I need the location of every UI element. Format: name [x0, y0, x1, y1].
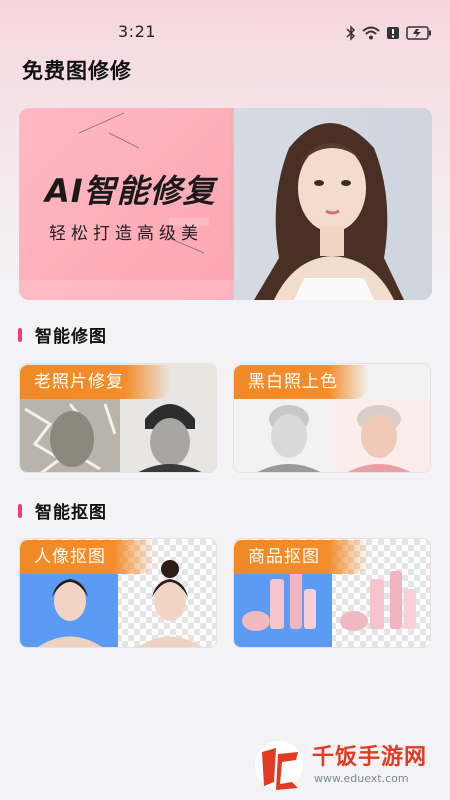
banner-subtitle: 轻松打造高级美	[49, 224, 203, 244]
watermark-url: www.eduext.com	[314, 771, 409, 785]
section-header-cutout: 智能抠图	[18, 498, 107, 523]
watermark-name: 千饭手游网	[312, 744, 428, 770]
card-label: 黑白照上色	[234, 365, 369, 399]
product-cutout-card[interactable]: 商品抠图	[233, 538, 431, 648]
alert-icon	[386, 26, 400, 40]
banner-title: AI智能修复	[45, 172, 216, 210]
section-header-photo-editing: 智能修图	[18, 322, 107, 347]
status-icons	[346, 25, 432, 41]
colorize-bw-card[interactable]: 黑白照上色	[233, 363, 431, 473]
status-bar: 3:21	[0, 0, 450, 44]
section-marker	[18, 327, 22, 342]
app-title: 免费图修修	[22, 59, 132, 83]
card-label: 人像抠图	[20, 540, 155, 574]
banner-text-area: AI智能修复 轻松打造高级美	[19, 108, 234, 300]
section-marker	[18, 503, 22, 518]
old-photo-repair-card[interactable]: 老照片修复	[19, 363, 217, 473]
site-watermark: 千饭手游网 www.eduext.com	[252, 738, 427, 792]
wifi-icon	[362, 26, 380, 40]
battery-icon	[406, 26, 432, 40]
ai-repair-banner[interactable]: AI智能修复 轻松打造高级美	[19, 108, 432, 300]
portrait-cutout-card[interactable]: 人像抠图	[19, 538, 217, 648]
card-label: 老照片修复	[20, 365, 170, 399]
section-title: 智能修图	[35, 327, 107, 347]
status-time: 3:21	[118, 22, 156, 41]
section-title: 智能抠图	[35, 503, 107, 523]
banner-portrait-image	[234, 108, 432, 300]
watermark-logo-icon	[255, 741, 303, 790]
bluetooth-icon	[346, 25, 356, 41]
card-label: 商品抠图	[234, 540, 369, 574]
